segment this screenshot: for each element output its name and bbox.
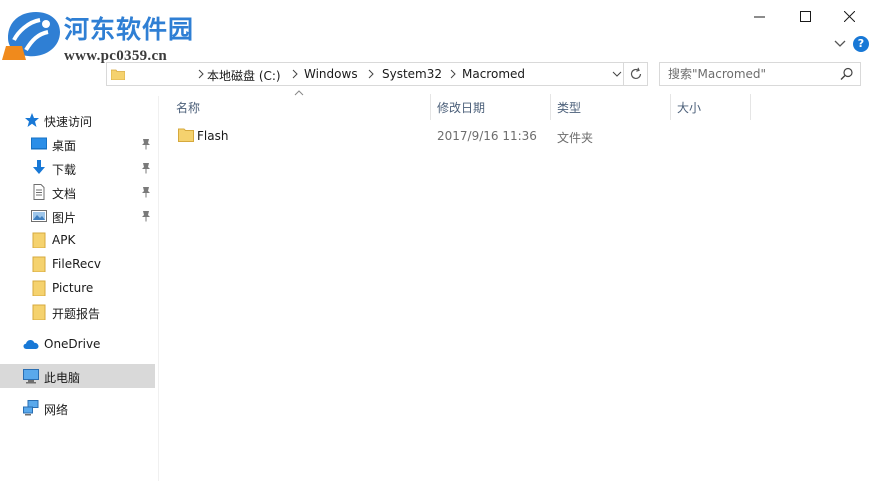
computer-icon — [23, 369, 39, 384]
ribbon-expand-chevron-icon[interactable] — [832, 37, 848, 51]
nav-this-pc[interactable]: 此电脑 — [0, 364, 155, 388]
refresh-icon — [630, 67, 641, 80]
minimize-icon — [753, 16, 765, 17]
minimize-button[interactable] — [736, 0, 782, 32]
nav-item-label: 下载 — [52, 163, 77, 177]
folder-icon — [178, 128, 194, 142]
column-header-name[interactable]: 名称 — [170, 94, 430, 120]
file-type: 文件夹 — [557, 131, 594, 145]
close-button[interactable] — [826, 0, 872, 32]
maximize-icon — [799, 10, 811, 22]
breadcrumb-chevron-icon[interactable] — [291, 69, 299, 79]
nav-item-label: 桌面 — [52, 139, 77, 153]
nav-quick-access[interactable]: 快速访问 — [0, 108, 155, 132]
breadcrumb-macromed[interactable]: Macromed — [462, 67, 525, 81]
navigation-pane-divider — [158, 96, 159, 481]
pictures-icon — [31, 210, 47, 222]
onedrive-cloud-icon — [23, 340, 39, 349]
folder-icon — [32, 232, 46, 248]
column-separator[interactable] — [750, 94, 751, 120]
nav-item-desktop[interactable]: 桌面 — [0, 132, 155, 156]
nav-item-thesis-report[interactable]: 开题报告 — [0, 300, 155, 324]
nav-item-label: FileRecv — [52, 257, 101, 271]
nav-item-filerecv[interactable]: FileRecv — [0, 252, 155, 276]
watermark-title: 河东软件园 — [64, 15, 195, 44]
close-icon — [843, 10, 855, 22]
file-row-flash[interactable]: Flash 2017/9/16 11:36 文件夹 — [172, 124, 672, 148]
maximize-button[interactable] — [782, 0, 828, 32]
column-header-size-label: 大小 — [677, 101, 702, 115]
nav-quick-access-label: 快速访问 — [44, 115, 93, 129]
column-header-modified-label: 修改日期 — [437, 101, 486, 115]
column-header-type-label: 类型 — [557, 101, 582, 115]
search-input[interactable] — [660, 63, 838, 85]
nav-onedrive[interactable]: OneDrive — [0, 332, 155, 356]
nav-item-documents[interactable]: 文档 — [0, 180, 155, 204]
chevron-down-icon — [612, 71, 622, 77]
star-icon — [25, 113, 39, 127]
nav-onedrive-label: OneDrive — [44, 337, 101, 351]
network-icon — [23, 400, 39, 416]
help-icon[interactable]: ? — [853, 36, 869, 52]
column-header-modified[interactable]: 修改日期 — [431, 94, 550, 120]
nav-item-downloads[interactable]: 下载 — [0, 156, 155, 180]
pin-icon[interactable] — [141, 186, 151, 198]
navigation-pane: 快速访问 桌面 下载 文档 图片 APK FileRecv Picture 开题… — [0, 100, 158, 481]
column-header-size[interactable]: 大小 — [671, 94, 751, 120]
nav-this-pc-label: 此电脑 — [44, 371, 81, 385]
address-dropdown-button[interactable] — [610, 63, 624, 85]
breadcrumb-system32[interactable]: System32 — [382, 67, 442, 81]
folder-icon — [32, 256, 46, 272]
nav-item-picture[interactable]: Picture — [0, 276, 155, 300]
pin-icon[interactable] — [141, 162, 151, 174]
address-folder-icon — [111, 69, 125, 80]
search-icon[interactable] — [840, 67, 854, 81]
refresh-button[interactable] — [624, 62, 648, 86]
breadcrumb-windows[interactable]: Windows — [304, 67, 358, 81]
nav-item-apk[interactable]: APK — [0, 228, 155, 252]
watermark-url: www.pc0359.cn — [64, 48, 168, 64]
pin-icon[interactable] — [141, 138, 151, 150]
document-icon — [33, 184, 45, 200]
breadcrumb-chevron-icon[interactable] — [449, 69, 457, 79]
search-box[interactable] — [659, 62, 861, 86]
column-header-name-label: 名称 — [176, 101, 201, 115]
column-header-type[interactable]: 类型 — [551, 94, 670, 120]
nav-network-label: 网络 — [44, 403, 69, 417]
watermark-logo: 河东软件园 www.pc0359.cn — [0, 0, 215, 68]
folder-icon — [32, 280, 46, 296]
nav-item-label: 图片 — [52, 211, 77, 225]
watermark-logo-mark-icon — [2, 12, 60, 60]
breadcrumb-local-disk[interactable]: 本地磁盘 (C:) — [207, 67, 281, 84]
folder-icon — [32, 304, 46, 320]
breadcrumb-chevron-icon[interactable] — [367, 69, 375, 79]
desktop-icon — [31, 137, 47, 150]
nav-item-label: 开题报告 — [52, 307, 101, 321]
pin-icon[interactable] — [141, 210, 151, 222]
nav-item-label: APK — [52, 233, 76, 247]
nav-item-pictures[interactable]: 图片 — [0, 204, 155, 228]
file-modified-date: 2017/9/16 11:36 — [437, 129, 537, 143]
breadcrumb-chevron-icon[interactable] — [197, 69, 205, 79]
nav-item-label: Picture — [52, 281, 94, 295]
nav-item-label: 文档 — [52, 187, 77, 201]
nav-network[interactable]: 网络 — [0, 396, 155, 420]
file-name: Flash — [197, 129, 229, 143]
download-icon — [33, 160, 45, 174]
